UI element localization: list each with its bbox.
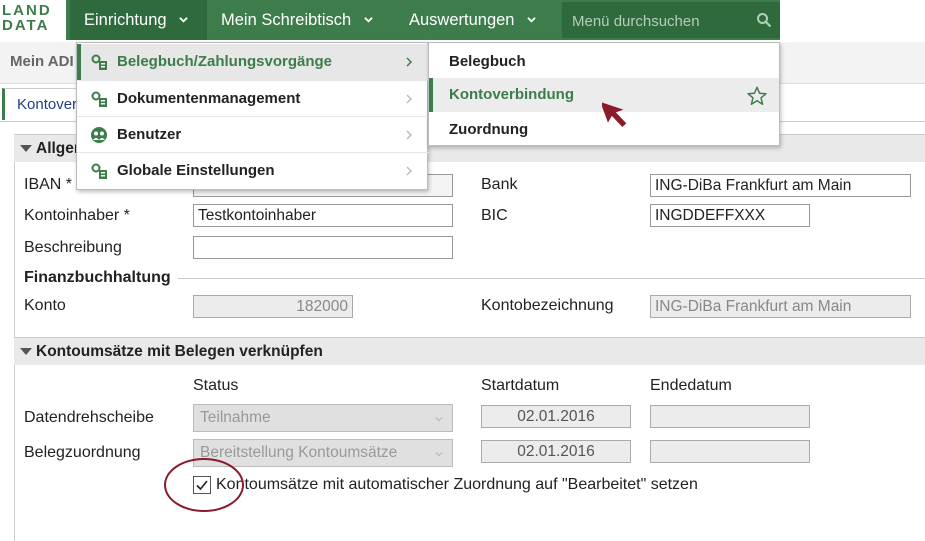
menu-item-dokumentenmanagement[interactable]: Dokumentenmanagement xyxy=(77,80,429,116)
datendrehscheibe-label: Datendrehscheibe xyxy=(24,409,154,426)
mouse-cursor-icon xyxy=(602,101,627,128)
auto-bearbeitet-label: Kontoumsätze mit automatischer Zuordnung… xyxy=(216,476,698,493)
kontoinhaber-label: Kontoinhaber * xyxy=(24,207,130,224)
nav-mein-schreibtisch[interactable]: Mein Schreibtisch xyxy=(207,0,397,40)
beschreibung-label: Beschreibung xyxy=(24,239,122,256)
chevron-down-icon xyxy=(435,416,443,422)
menu-item-label: Dokumentenmanagement xyxy=(117,90,301,107)
kontoinhaber-input[interactable]: Testkontoinhaber xyxy=(193,204,453,227)
bic-input[interactable]: INGDDEFFXXX xyxy=(650,204,810,227)
menu-item-label: Globale Einstellungen xyxy=(117,162,275,179)
chevron-down-icon xyxy=(179,17,188,23)
chevron-down-icon xyxy=(364,17,373,23)
belegbuch-gear-icon xyxy=(91,54,107,70)
menu-item-label: Belegbuch/Zahlungsvorgänge xyxy=(117,53,333,70)
collapse-triangle-icon xyxy=(20,348,32,355)
beschreibung-input[interactable] xyxy=(193,236,453,259)
chevron-right-icon xyxy=(406,57,413,67)
kontobezeichnung-label: Kontobezeichnung xyxy=(481,297,614,314)
section-kontoumsaetze-header[interactable]: Kontoumsätze mit Belegen verknüpfen xyxy=(14,337,925,365)
datendrehscheibe-status-value: Teilnahme xyxy=(200,409,271,426)
datendrehscheibe-startdatum[interactable]: 02.01.2016 xyxy=(481,405,631,428)
chevron-down-icon xyxy=(435,451,443,457)
menu-item-belegbuch-zahlungsvorgaenge[interactable]: Belegbuch/Zahlungsvorgänge xyxy=(77,44,429,80)
endedatum-column-header: Endedatum xyxy=(650,377,732,394)
chevron-right-icon xyxy=(406,166,413,176)
menu-item-label: Benutzer xyxy=(117,126,182,143)
belegzuordnung-startdatum[interactable]: 02.01.2016 xyxy=(481,440,631,463)
finanzbuchhaltung-title: Finanzbuchhaltung xyxy=(24,269,171,286)
menu-search-placeholder: Menü durchsuchen xyxy=(572,13,700,30)
iban-label: IBAN * xyxy=(24,176,73,193)
section-kontoumsaetze-title: Kontoumsätze mit Belegen verknüpfen xyxy=(36,343,323,360)
chevron-down-icon xyxy=(527,17,536,23)
menu-item-benutzer[interactable]: Benutzer xyxy=(77,116,429,152)
users-icon xyxy=(91,127,107,143)
landdata-logo[interactable]: LAND DATA xyxy=(2,3,64,39)
bank-input[interactable]: ING-DiBa Frankfurt am Main xyxy=(650,174,911,197)
nav-auswertungen[interactable]: Auswertungen xyxy=(395,0,555,40)
konto-input[interactable]: 182000 xyxy=(193,295,353,318)
einrichtung-dropdown-menu: Belegbuch/Zahlungsvorgänge Dokumentenman… xyxy=(76,42,429,190)
bank-label: Bank xyxy=(481,176,518,193)
favorite-star-icon[interactable] xyxy=(746,85,768,107)
app-window: LAND DATA Einrichtung Mein Schreibtisch … xyxy=(0,0,925,541)
datendrehscheibe-status-select[interactable]: Teilnahme xyxy=(193,404,453,432)
search-icon[interactable] xyxy=(756,12,772,28)
startdatum-column-header: Startdatum xyxy=(481,377,560,394)
dokumentenmanagement-gear-icon xyxy=(91,91,107,107)
status-column-header: Status xyxy=(193,377,239,394)
nav-mein-schreibtisch-label: Mein Schreibtisch xyxy=(221,11,352,29)
belegzuordnung-label: Belegzuordnung xyxy=(24,444,141,461)
divider xyxy=(178,278,925,279)
kontobezeichnung-input[interactable]: ING-DiBa Frankfurt am Main xyxy=(650,295,911,318)
chevron-right-icon xyxy=(406,94,413,104)
annotation-circle xyxy=(164,458,244,512)
belegzuordnung-status-value: Bereitstellung Kontoumsätze xyxy=(200,444,398,461)
nav-einrichtung-label: Einrichtung xyxy=(84,11,167,29)
bic-label: BIC xyxy=(481,207,508,224)
datendrehscheibe-endedatum[interactable] xyxy=(650,405,810,428)
belegzuordnung-endedatum[interactable] xyxy=(650,440,810,463)
konto-label: Konto xyxy=(24,297,66,314)
menu-item-globale-einstellungen[interactable]: Globale Einstellungen xyxy=(77,152,429,188)
submenu-item-belegbuch[interactable]: Belegbuch xyxy=(429,45,779,79)
settings-gear-icon xyxy=(91,163,107,179)
nav-auswertungen-label: Auswertungen xyxy=(409,11,515,29)
collapse-triangle-icon xyxy=(20,145,32,152)
chevron-right-icon xyxy=(406,130,413,140)
belegzuordnung-status-select[interactable]: Bereitstellung Kontoumsätze xyxy=(193,439,453,467)
page-title: Mein ADI xyxy=(10,53,74,70)
nav-einrichtung[interactable]: Einrichtung xyxy=(70,0,207,40)
